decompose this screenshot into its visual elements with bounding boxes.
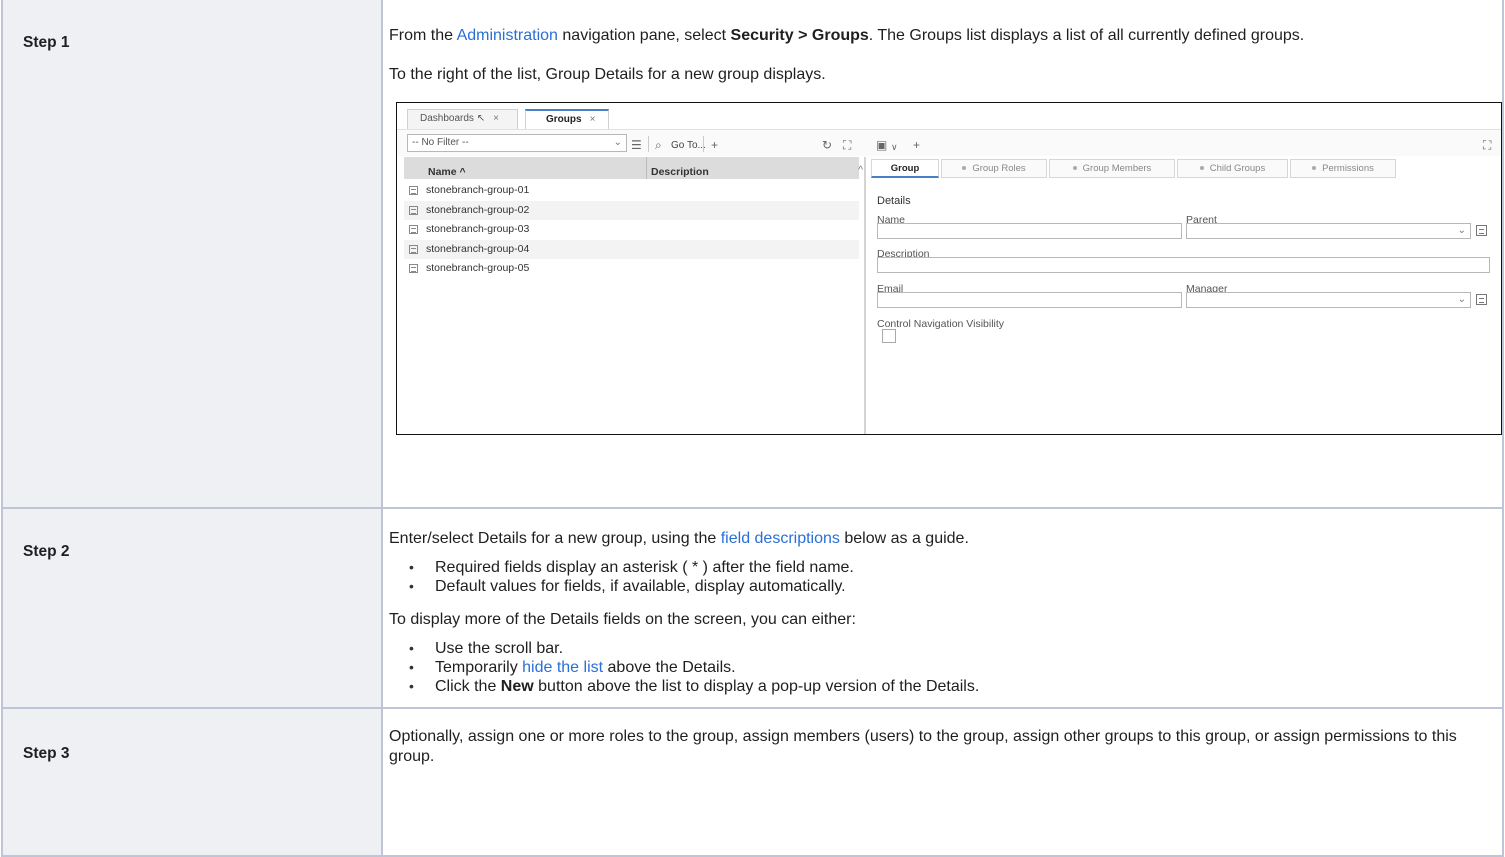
tab-dashboards[interactable]: Dashboards ↖ × [407, 109, 518, 129]
control-nav-checkbox[interactable] [882, 329, 896, 343]
add-icon[interactable]: + [913, 135, 920, 155]
step-2-label: Step 2 [1, 507, 383, 709]
close-icon[interactable]: × [493, 113, 499, 124]
steps-table: Step 1 From the Administration navigatio… [1, 0, 1504, 857]
tab-permissions[interactable]: Permissions [1290, 159, 1396, 178]
parent-lookup-icon[interactable] [1476, 225, 1487, 236]
step-1-body: From the Administration navigation pane,… [381, 0, 1504, 509]
description-field[interactable] [877, 257, 1490, 273]
record-icon [409, 205, 418, 215]
list-header: Name ^ Description ^ [404, 157, 863, 182]
tab-group-roles[interactable]: Group Roles [941, 159, 1047, 178]
groups-screenshot: Dashboards ↖ × Groups × -- No Filter -- ⌄ ☰… [396, 102, 1502, 435]
column-header-description[interactable]: Description [651, 162, 709, 182]
chevron-down-icon: ⌄ [1457, 225, 1466, 236]
step-1-paragraph-2: To the right of the list, Group Details … [389, 66, 826, 83]
control-nav-label: Control Navigation Visibility [877, 318, 1005, 330]
list-item: Temporarily hide the list above the Deta… [389, 658, 1502, 677]
groups-list: Name ^ Description ^ stonebranch-group-0… [397, 157, 866, 434]
filter-select[interactable]: -- No Filter -- ⌄ [407, 134, 627, 152]
manager-lookup-icon[interactable] [1476, 294, 1487, 305]
chevron-down-icon: ⌄ [613, 137, 622, 148]
tab-groups[interactable]: Groups × [525, 109, 609, 129]
details-heading: Details [877, 195, 911, 207]
step-3-body: Optionally, assign one or more roles to … [381, 707, 1504, 857]
manager-select[interactable]: ⌄ [1186, 292, 1471, 308]
tab-group[interactable]: Group [871, 159, 939, 178]
table-row[interactable]: stonebranch-group-04 [404, 239, 859, 259]
step-2-list-2: Use the scroll bar. Temporarily hide the… [389, 639, 1502, 696]
chevron-down-icon[interactable]: ∨ [891, 137, 898, 157]
tab-group-members[interactable]: Group Members [1049, 159, 1175, 178]
tab-child-groups[interactable]: Child Groups [1177, 159, 1288, 178]
fullscreen-icon[interactable]: ⛶ [1483, 135, 1491, 155]
step-2-paragraph: Enter/select Details for a new group, us… [389, 530, 969, 547]
step-2-list: Required fields display an asterisk ( * … [389, 558, 1502, 596]
hide-the-list-link[interactable]: hide the list [522, 659, 603, 676]
search-icon[interactable]: ⌕ [655, 135, 662, 155]
list-item: Required fields display an asterisk ( * … [389, 558, 1502, 577]
filter-icon[interactable]: ☰ [631, 135, 642, 155]
list-item: Click the New button above the list to d… [389, 677, 1502, 696]
expand-icon[interactable]: ⛶ [843, 135, 851, 155]
dot-icon [1199, 166, 1204, 171]
step-1-paragraph: From the Administration navigation pane,… [389, 27, 1305, 44]
tab-bar: Dashboards ↖ × Groups × [397, 103, 1501, 129]
email-field[interactable] [877, 292, 1182, 308]
scroll-up-icon[interactable]: ^ [858, 160, 863, 180]
table-row[interactable]: stonebranch-group-02 [404, 200, 859, 220]
add-icon[interactable]: + [711, 135, 718, 155]
refresh-icon[interactable]: ↻ [822, 135, 832, 155]
column-header-name[interactable]: Name ^ [428, 162, 466, 182]
field-descriptions-link[interactable]: field descriptions [721, 530, 840, 547]
goto-button[interactable]: Go To... [671, 136, 706, 156]
toolbar-divider [648, 136, 649, 152]
dot-icon [962, 166, 967, 171]
column-divider [646, 157, 647, 179]
record-icon [409, 225, 418, 234]
table-row[interactable]: stonebranch-group-01 [404, 181, 859, 201]
step-2-paragraph-2: To display more of the Details fields on… [389, 611, 856, 628]
group-details: Group Group Roles Group Members Child Gr… [868, 157, 1501, 434]
pin-icon[interactable]: ↖ [477, 113, 485, 124]
table-row[interactable]: stonebranch-group-03 [404, 220, 859, 240]
list-item: Use the scroll bar. [389, 639, 1502, 658]
parent-select[interactable]: ⌄ [1186, 223, 1471, 239]
record-icon [409, 264, 418, 273]
toolbar: -- No Filter -- ⌄ ☰ ⌕ Go To... + ↻ ⛶ ▣ ∨ … [397, 129, 1501, 156]
step-1-label: Step 1 [1, 0, 383, 509]
administration-link[interactable]: Administration [457, 27, 558, 44]
table-row[interactable]: stonebranch-group-05 [404, 259, 859, 279]
list-item: Default values for fields, if available,… [389, 577, 1502, 596]
chevron-down-icon: ⌄ [1457, 294, 1466, 305]
record-icon [409, 244, 418, 254]
name-field[interactable] [877, 223, 1182, 239]
step-3-label: Step 3 [1, 707, 383, 857]
dot-icon [1072, 166, 1077, 171]
dot-icon [1312, 166, 1317, 171]
step-2-body: Enter/select Details for a new group, us… [381, 507, 1504, 709]
record-icon [409, 186, 418, 195]
save-icon[interactable]: ▣ [876, 135, 887, 155]
toolbar-divider [703, 136, 704, 152]
close-icon[interactable]: × [590, 114, 596, 125]
